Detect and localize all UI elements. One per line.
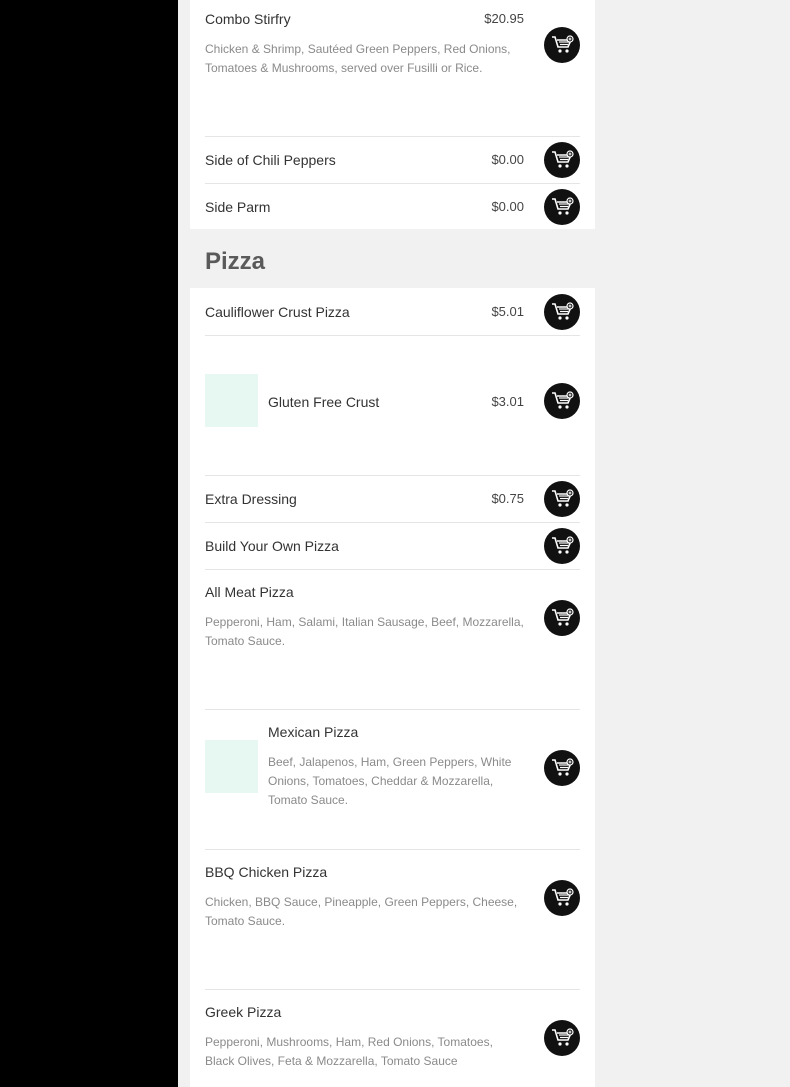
- menu-item[interactable]: Extra Dressing $0.75: [205, 476, 580, 523]
- add-to-cart-icon: [552, 35, 574, 53]
- add-to-cart-button[interactable]: [544, 142, 580, 178]
- item-price: $0.00: [491, 152, 524, 167]
- add-to-cart-button[interactable]: [544, 750, 580, 786]
- item-price: $3.01: [491, 394, 524, 409]
- menu-section-panel: Combo Stirfry $20.95 Chicken & Shrimp, S…: [190, 0, 595, 229]
- item-name: All Meat Pizza: [205, 584, 294, 600]
- add-to-cart-icon: [552, 758, 574, 776]
- item-price: $20.95: [484, 11, 524, 26]
- item-name: Side of Chili Peppers: [205, 152, 336, 168]
- add-to-cart-button[interactable]: [544, 383, 580, 419]
- add-to-cart-icon: [552, 150, 574, 168]
- add-to-cart-button[interactable]: [544, 880, 580, 916]
- item-name: BBQ Chicken Pizza: [205, 864, 328, 880]
- add-to-cart-button[interactable]: [544, 600, 580, 636]
- item-name: Side Parm: [205, 199, 271, 215]
- add-to-cart-button[interactable]: [544, 481, 580, 517]
- menu-item[interactable]: Side of Chili Peppers $0.00: [205, 137, 580, 184]
- menu-item[interactable]: All Meat Pizza Pepperoni, Ham, Salami, I…: [205, 570, 580, 710]
- menu-item[interactable]: Side Parm $0.00: [205, 184, 580, 229]
- item-name: Combo Stirfry: [205, 11, 291, 27]
- menu-section-panel: Cauliflower Crust Pizza $5.01 Gluten Fre…: [190, 288, 595, 1087]
- menu-item[interactable]: Cauliflower Crust Pizza $5.01: [205, 288, 580, 336]
- menu-item[interactable]: Gluten Free Crust $3.01: [205, 336, 580, 476]
- item-image-placeholder: [205, 374, 258, 427]
- item-name: Greek Pizza: [205, 1004, 282, 1020]
- add-to-cart-icon: [552, 888, 574, 906]
- item-name: Cauliflower Crust Pizza: [205, 304, 350, 320]
- add-to-cart-button[interactable]: [544, 1020, 580, 1056]
- item-name: Extra Dressing: [205, 491, 297, 507]
- add-to-cart-icon: [552, 391, 574, 409]
- add-to-cart-icon: [552, 302, 574, 320]
- add-to-cart-icon: [552, 608, 574, 626]
- menu-item[interactable]: Greek Pizza Pepperoni, Mushrooms, Ham, R…: [205, 990, 580, 1087]
- item-description: Pepperoni, Ham, Salami, Italian Sausage,…: [205, 615, 524, 648]
- item-price: $0.00: [491, 199, 524, 214]
- add-to-cart-icon: [552, 536, 574, 554]
- menu-item[interactable]: BBQ Chicken Pizza Chicken, BBQ Sauce, Pi…: [205, 850, 580, 990]
- item-price: $5.01: [491, 304, 524, 319]
- add-to-cart-button[interactable]: [544, 189, 580, 225]
- left-sidebar: [0, 0, 178, 1087]
- add-to-cart-button[interactable]: [544, 294, 580, 330]
- item-description: Chicken & Shrimp, Sautéed Green Peppers,…: [205, 42, 511, 75]
- item-name: Mexican Pizza: [268, 724, 359, 740]
- section-heading-pizza: Pizza: [205, 248, 266, 275]
- add-to-cart-icon: [552, 1028, 574, 1046]
- menu-item[interactable]: Mexican Pizza Beef, Jalapenos, Ham, Gree…: [205, 710, 580, 850]
- item-description: Pepperoni, Mushrooms, Ham, Red Onions, T…: [205, 1035, 493, 1068]
- item-description: Beef, Jalapenos, Ham, Green Peppers, Whi…: [268, 755, 512, 807]
- add-to-cart-button[interactable]: [544, 27, 580, 63]
- add-to-cart-icon: [552, 197, 574, 215]
- add-to-cart-button[interactable]: [544, 528, 580, 564]
- item-description: Chicken, BBQ Sauce, Pineapple, Green Pep…: [205, 895, 518, 928]
- item-image-placeholder: [205, 740, 258, 793]
- menu-item[interactable]: Combo Stirfry $20.95 Chicken & Shrimp, S…: [205, 0, 580, 137]
- item-name: Gluten Free Crust: [268, 394, 380, 410]
- item-price: $0.75: [491, 491, 524, 506]
- add-to-cart-icon: [552, 489, 574, 507]
- item-name: Build Your Own Pizza: [205, 538, 339, 554]
- menu-item[interactable]: Build Your Own Pizza: [205, 523, 580, 570]
